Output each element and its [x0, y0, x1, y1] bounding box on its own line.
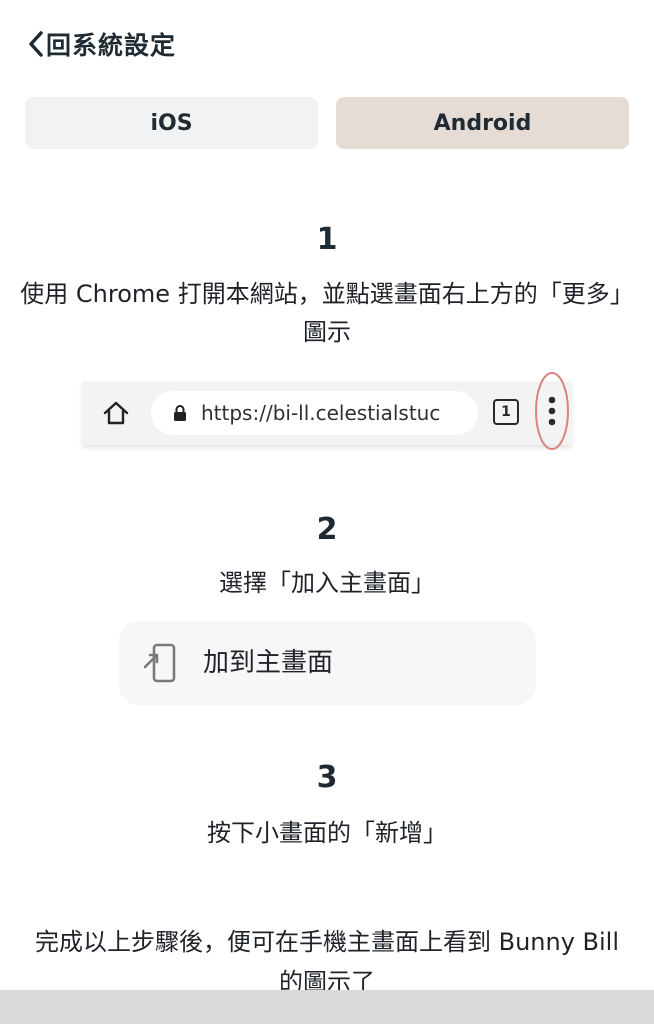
url-bar: https://bi-ll.celestialstuc: [151, 391, 478, 435]
step-1-text: 使用 Chrome 打開本網站，並點選畫面右上方的「更多」圖示: [20, 280, 634, 346]
bottom-overlay-band: [0, 990, 654, 1024]
tab-android[interactable]: Android: [336, 97, 629, 149]
back-label: 回系統設定: [46, 31, 177, 60]
url-text: https://bi-ll.celestialstuc: [201, 401, 441, 425]
home-icon: [102, 400, 130, 426]
back-to-settings[interactable]: 回系統設定: [26, 24, 176, 64]
lock-icon: [173, 404, 187, 422]
tab-ios[interactable]: iOS: [25, 97, 318, 149]
chevron-left-icon: [26, 30, 46, 58]
add-to-home-label: 加到主畫面: [203, 648, 334, 678]
step-2-number: 2: [316, 512, 338, 547]
step-3-number: 3: [316, 760, 338, 795]
step-2-text: 選擇「加入主畫面」: [219, 569, 435, 597]
tab-count-badge: 1: [493, 399, 519, 425]
add-to-home-icon: [143, 643, 177, 683]
browser-toolbar-illustration: https://bi-ll.celestialstuc 1: [82, 372, 572, 450]
step-1-number: 1: [316, 222, 338, 257]
step-3-text: 按下小畫面的「新增」: [207, 819, 447, 847]
add-to-home-option: 加到主畫面: [119, 621, 536, 705]
more-vertical-icon: [534, 369, 570, 453]
